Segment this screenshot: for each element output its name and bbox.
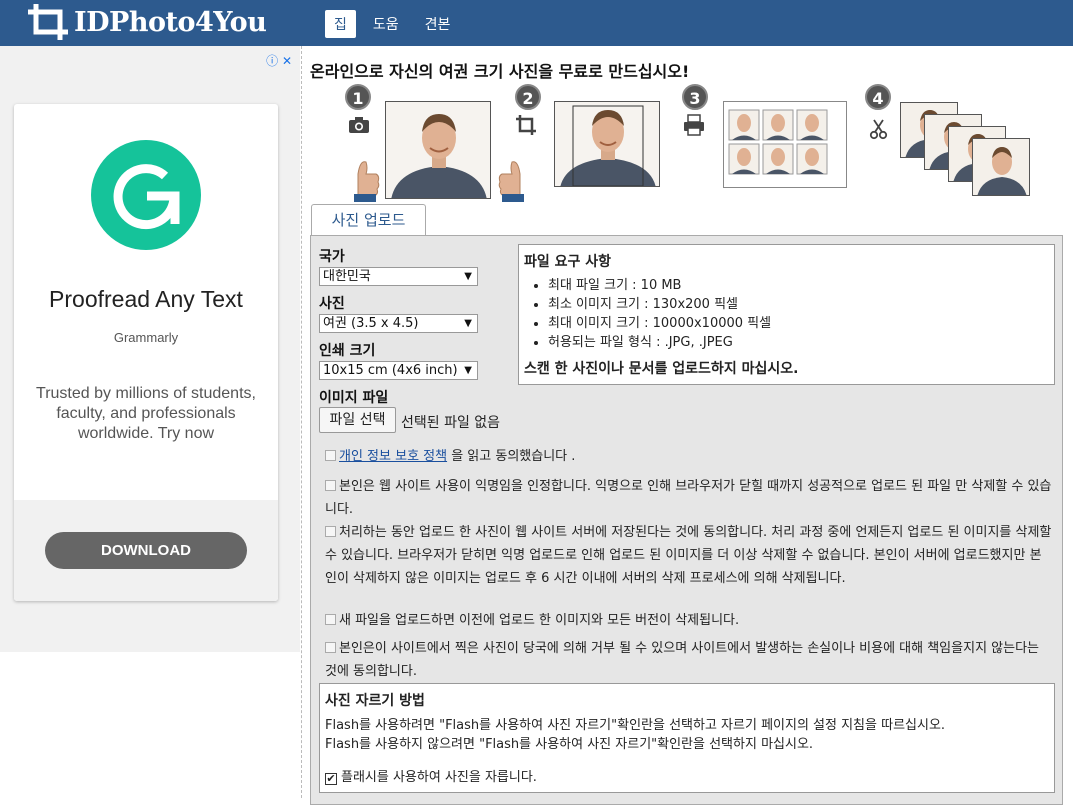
scissors-icon <box>869 119 888 140</box>
ad-card[interactable]: Proofread Any Text Grammarly Trusted by … <box>14 104 278 601</box>
ad-choices-close-icon[interactable]: ⓘ ✕ <box>266 52 292 69</box>
ad-sidebar: ⓘ ✕ Proofread Any Text Grammarly Trusted… <box>0 46 300 652</box>
download-button[interactable]: DOWNLOAD <box>45 532 247 569</box>
list-item: 최대 파일 크기 : 10 MB <box>548 276 1049 295</box>
thumbs-up-icon <box>354 161 380 202</box>
privacy-consent: 개인 정보 보호 정책 을 읽고 동의했습니다 . <box>325 445 1053 468</box>
nav-samples[interactable]: 견본 <box>416 10 460 38</box>
privacy-checkbox[interactable] <box>325 450 336 461</box>
step-3-badge: 3 <box>682 84 708 110</box>
nav-home[interactable]: 집 <box>325 10 356 38</box>
anonymous-consent: 본인은 웹 사이트 사용이 익명임을 인정합니다. 익명으로 인해 브라우저가 … <box>325 475 1053 521</box>
crop-method-title: 사진 자르기 방법 <box>325 693 425 709</box>
nav-help[interactable]: 도움 <box>364 10 408 38</box>
step-3-print-sheet <box>723 101 847 188</box>
image-file-label: 이미지 파일 <box>319 390 389 406</box>
requirements-list: 최대 파일 크기 : 10 MB 최소 이미지 크기 : 130x200 픽셀 … <box>548 276 1049 352</box>
anonymous-consent-text: 본인은 웹 사이트 사용이 익명임을 인정합니다. 익명으로 인해 브라우저가 … <box>325 479 1052 517</box>
country-value: 대한민국 <box>323 269 371 284</box>
ad-footer: DOWNLOAD <box>14 500 278 601</box>
step-4-badge: 4 <box>865 84 891 110</box>
country-label: 국가 <box>319 249 345 265</box>
dropdown-arrow-icon: ▼ <box>464 365 472 376</box>
rejection-checkbox[interactable] <box>325 642 336 653</box>
photo-type-value: 여권 (3.5 x 4.5) <box>323 316 419 331</box>
main-nav: 집 도움 견본 <box>325 10 467 38</box>
logo[interactable]: IDPhoto4You <box>26 2 267 42</box>
privacy-consent-text: 을 읽고 동의했습니다 . <box>447 449 576 464</box>
flash-crop-label: 플래시를 사용하여 사진을 자릅니다. <box>341 770 537 785</box>
flash-crop-checkbox[interactable]: ✔ <box>325 773 337 785</box>
grammarly-logo-icon <box>91 140 201 250</box>
upload-panel: 국가 대한민국 ▼ 사진 여권 (3.5 x 4.5) ▼ 인쇄 크기 10x1… <box>310 235 1063 805</box>
tab-upload-photo[interactable]: 사진 업로드 <box>311 204 426 236</box>
ad-brand: Grammarly <box>113 330 179 345</box>
anonymous-checkbox[interactable] <box>325 480 336 491</box>
ad-description: Trusted by millions of students, faculty… <box>36 385 256 442</box>
photo-type-label: 사진 <box>319 296 345 312</box>
dropdown-arrow-icon: ▼ <box>464 318 472 329</box>
top-bar: IDPhoto4You 집 도움 견본 <box>0 0 1073 46</box>
file-status: 선택된 파일 없음 <box>401 415 501 431</box>
photo-type-select[interactable]: 여권 (3.5 x 4.5) ▼ <box>319 314 478 333</box>
crop-instruction-1: Flash를 사용하려면 "Flash를 사용하여 사진 자르기"확인란을 선택… <box>325 718 946 733</box>
scan-warning: 스캔 한 사진이나 문서를 업로드하지 마십시오. <box>524 361 799 377</box>
cut-photo <box>972 138 1030 196</box>
file-requirements-box: 파일 요구 사항 최대 파일 크기 : 10 MB 최소 이미지 크기 : 13… <box>518 244 1055 385</box>
replace-checkbox[interactable] <box>325 614 336 625</box>
dropdown-arrow-icon: ▼ <box>464 271 472 282</box>
crop-logo-icon <box>28 4 68 40</box>
crop-method-box: 사진 자르기 방법 Flash를 사용하려면 "Flash를 사용하여 사진 자… <box>319 683 1055 793</box>
thumbs-up-icon <box>498 161 524 202</box>
page-title: 온라인으로 자신의 여권 크기 사진을 무료로 만드십시오! <box>310 62 690 81</box>
print-size-select[interactable]: 10x15 cm (4x6 inch) ▼ <box>319 361 478 380</box>
country-select[interactable]: 대한민국 ▼ <box>319 267 478 286</box>
ad-headline: Proofread Any Text <box>49 286 243 312</box>
crop-icon <box>516 115 536 135</box>
requirements-title: 파일 요구 사항 <box>524 254 612 270</box>
step-2-photo <box>554 101 660 187</box>
list-item: 최소 이미지 크기 : 130x200 픽셀 <box>548 295 1049 314</box>
rejection-consent: 본인은이 사이트에서 찍은 사진이 당국에 의해 거부 될 수 있으며 사이트에… <box>325 637 1053 683</box>
step-2-badge: 2 <box>515 84 541 110</box>
choose-file-button[interactable]: 파일 선택 <box>319 407 396 433</box>
storage-consent: 처리하는 동안 업로드 한 사진이 웹 사이트 서버에 저장된다는 것에 동의합… <box>325 521 1053 590</box>
step-1-badge: 1 <box>345 84 371 110</box>
privacy-policy-link[interactable]: 개인 정보 보호 정책 <box>339 449 447 464</box>
print-size-value: 10x15 cm (4x6 inch) <box>323 363 458 378</box>
print-size-label: 인쇄 크기 <box>319 343 376 359</box>
flash-crop-option: ✔ 플래시를 사용하여 사진을 자릅니다. <box>325 766 1049 785</box>
printer-icon <box>684 114 704 136</box>
camera-icon <box>349 117 369 133</box>
list-item: 허용되는 파일 형식 : .JPG, .JPEG <box>548 333 1049 352</box>
rejection-consent-text: 본인은이 사이트에서 찍은 사진이 당국에 의해 거부 될 수 있으며 사이트에… <box>325 641 1039 679</box>
divider <box>301 46 302 798</box>
replace-consent: 새 파일을 업로드하면 이전에 업로드 한 이미지와 모든 버전이 삭제됩니다. <box>325 609 1053 632</box>
replace-consent-text: 새 파일을 업로드하면 이전에 업로드 한 이미지와 모든 버전이 삭제됩니다. <box>339 613 740 628</box>
brand-name: IDPhoto4You <box>74 6 267 38</box>
list-item: 최대 이미지 크기 : 10000x10000 픽셀 <box>548 314 1049 333</box>
storage-checkbox[interactable] <box>325 526 336 537</box>
storage-consent-text: 처리하는 동안 업로드 한 사진이 웹 사이트 서버에 저장된다는 것에 동의합… <box>325 525 1052 586</box>
crop-instruction-2: Flash를 사용하지 않으려면 "Flash를 사용하여 사진 자르기"확인란… <box>325 737 814 752</box>
step-1-photo <box>385 101 491 199</box>
